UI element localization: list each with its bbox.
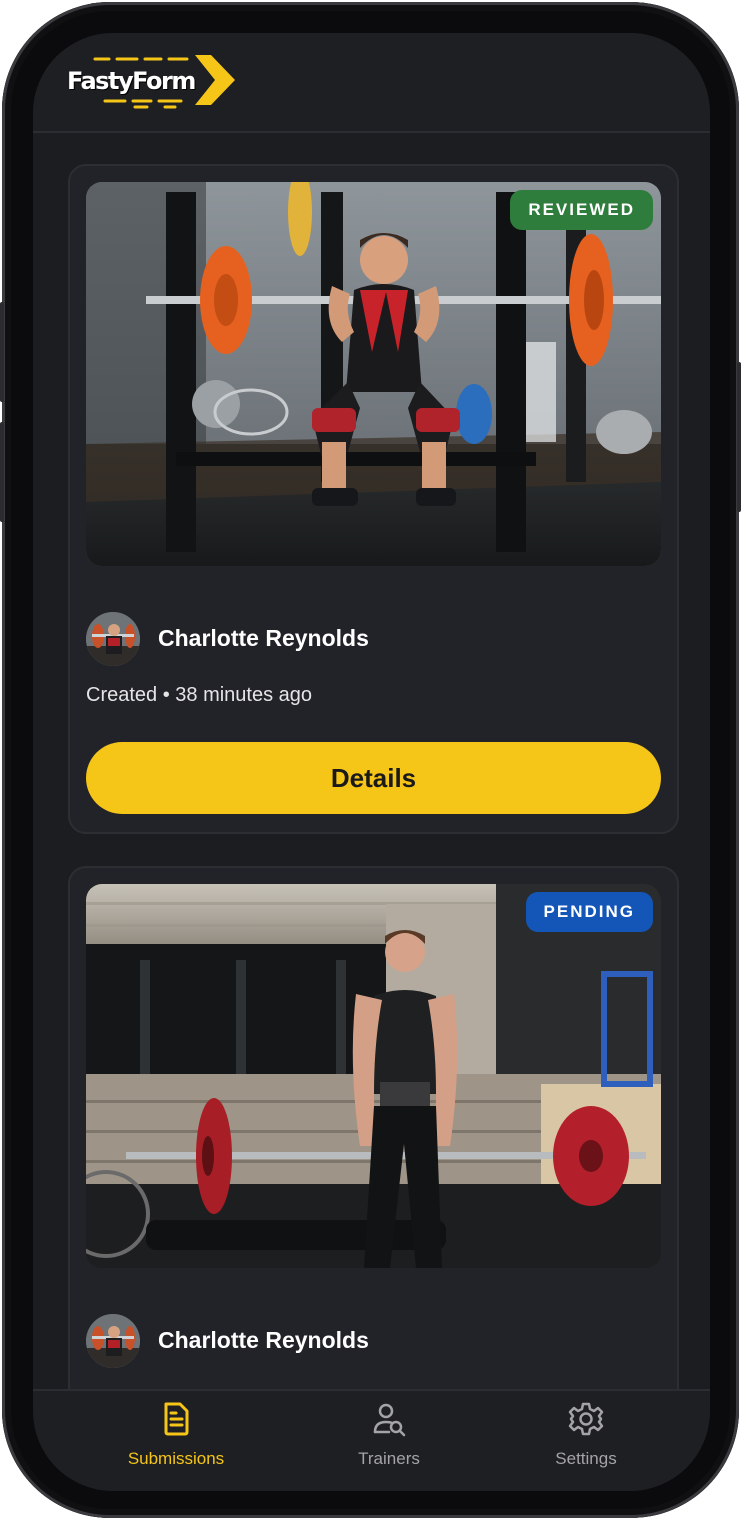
tab-label: Settings xyxy=(555,1449,617,1468)
submissions-feed[interactable]: REVIEWED Charlotte Reynolds Created • 38… xyxy=(33,133,710,1389)
barbell-squat-photo xyxy=(86,182,661,566)
avatar-photo xyxy=(86,1314,140,1368)
volume-button xyxy=(0,422,4,522)
tab-settings[interactable]: Settings xyxy=(496,1401,676,1485)
gear-icon xyxy=(568,1402,604,1436)
author-name: Charlotte Reynolds xyxy=(158,625,369,651)
submission-card: REVIEWED Charlotte Reynolds Created • 38… xyxy=(68,164,679,834)
fastyform-logo[interactable]: FastyForm xyxy=(65,53,237,111)
user-search-icon xyxy=(373,1403,406,1437)
details-button[interactable]: Details xyxy=(86,742,661,814)
avatar[interactable] xyxy=(86,612,140,666)
app-header: FastyForm xyxy=(33,33,710,133)
tab-submissions[interactable]: Submissions xyxy=(86,1401,266,1485)
created-time: Created • 38 minutes ago xyxy=(86,684,313,706)
avatar-photo xyxy=(86,612,140,666)
avatar[interactable] xyxy=(86,1314,140,1368)
status-badge: REVIEWED xyxy=(510,190,653,230)
volume-button xyxy=(0,302,4,402)
app-screen: FastyForm REVIEWED Charlotte Reynolds Cr… xyxy=(33,33,710,1491)
submission-photo[interactable]: REVIEWED xyxy=(86,182,661,566)
tab-label: Submissions xyxy=(127,1449,225,1468)
logo-text: FastyForm xyxy=(67,67,196,95)
submission-card: PENDING Charlotte Reynolds xyxy=(68,866,679,1389)
tab-trainers[interactable]: Trainers xyxy=(299,1401,479,1485)
author-name: Charlotte Reynolds xyxy=(158,1327,369,1353)
status-badge: PENDING xyxy=(525,892,653,932)
deadlift-photo xyxy=(86,884,661,1268)
submission-photo[interactable]: PENDING xyxy=(86,884,661,1268)
tab-label: Trainers xyxy=(358,1449,420,1468)
document-icon xyxy=(164,1402,189,1436)
bottom-tab-bar: Submissions Trainers Settings xyxy=(33,1389,710,1491)
phone-frame: FastyForm REVIEWED Charlotte Reynolds Cr… xyxy=(0,2,741,1518)
power-button xyxy=(737,362,741,512)
